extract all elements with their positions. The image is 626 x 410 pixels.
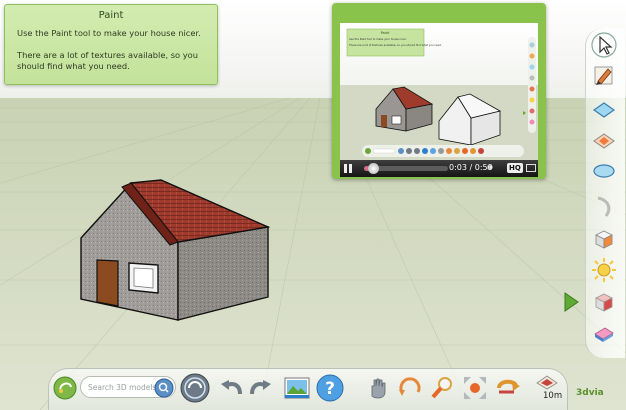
- zoom-icon[interactable]: [428, 374, 456, 402]
- paint-icon[interactable]: [590, 61, 618, 89]
- fullscreen-icon[interactable]: [526, 164, 536, 172]
- select-arrow-icon[interactable]: [590, 31, 618, 59]
- ground-measure-icon[interactable]: [534, 371, 560, 391]
- help-icon[interactable]: ?: [315, 373, 345, 403]
- svg-text:?: ?: [325, 379, 335, 399]
- distance-readout: 10m: [543, 391, 563, 401]
- draw-rectangle-icon[interactable]: [590, 96, 618, 124]
- measure-icon[interactable]: [494, 374, 522, 402]
- draw-arc-icon[interactable]: [590, 192, 618, 220]
- video-mini-toolbar: [365, 148, 484, 154]
- catalog-icon[interactable]: [179, 372, 211, 404]
- cube-texture-icon[interactable]: [590, 288, 618, 316]
- video-inner-line: There are a lot of textures available, s…: [349, 43, 442, 47]
- video-screen[interactable]: Paint Use the Paint tool to make your ho…: [340, 23, 538, 160]
- fit-view-icon[interactable]: [461, 374, 489, 402]
- home-icon[interactable]: [51, 374, 79, 402]
- tutorial-body: Use the Paint tool to make your house ni…: [5, 21, 217, 72]
- video-inner-title: Paint: [381, 31, 390, 35]
- draw-triangle-icon[interactable]: [590, 127, 618, 155]
- volume-icon[interactable]: 🕪: [487, 163, 493, 173]
- tutorial-line: Use the Paint tool to make your house ni…: [17, 28, 201, 38]
- play-arrow-icon[interactable]: [563, 292, 579, 312]
- draw-ellipse-icon[interactable]: [590, 157, 618, 185]
- pause-icon: [349, 164, 352, 173]
- eraser-icon[interactable]: [590, 320, 618, 348]
- undo-icon[interactable]: [218, 374, 246, 402]
- hq-toggle[interactable]: HQ: [507, 163, 523, 173]
- orbit-icon[interactable]: [396, 374, 424, 402]
- extrude-box-icon[interactable]: [590, 225, 618, 253]
- photo-icon[interactable]: [282, 373, 312, 403]
- tutorial-title: Paint: [98, 10, 124, 21]
- hand-icon[interactable]: [364, 374, 392, 402]
- pause-button[interactable]: [344, 164, 353, 173]
- redo-icon[interactable]: [246, 374, 274, 402]
- snap-icon[interactable]: [590, 256, 618, 284]
- seek-handle[interactable]: [368, 163, 379, 174]
- video-inner-line: Use the Paint tool to make your house ni…: [349, 37, 407, 41]
- video-controls: 0:03 / 0:50 🕪 HQ: [340, 160, 538, 177]
- pause-icon: [344, 164, 347, 173]
- video-frame: Paint Use the Paint tool to make your ho…: [340, 23, 538, 160]
- tutorial-line: There are a lot of textures available, s…: [17, 50, 199, 71]
- search-icon[interactable]: [153, 377, 175, 399]
- brand-logo: 3dvia: [576, 388, 604, 398]
- tutorial-panel: Paint Use the Paint tool to make your ho…: [4, 4, 218, 85]
- video-player[interactable]: Paint Use the Paint tool to make your ho…: [332, 3, 546, 179]
